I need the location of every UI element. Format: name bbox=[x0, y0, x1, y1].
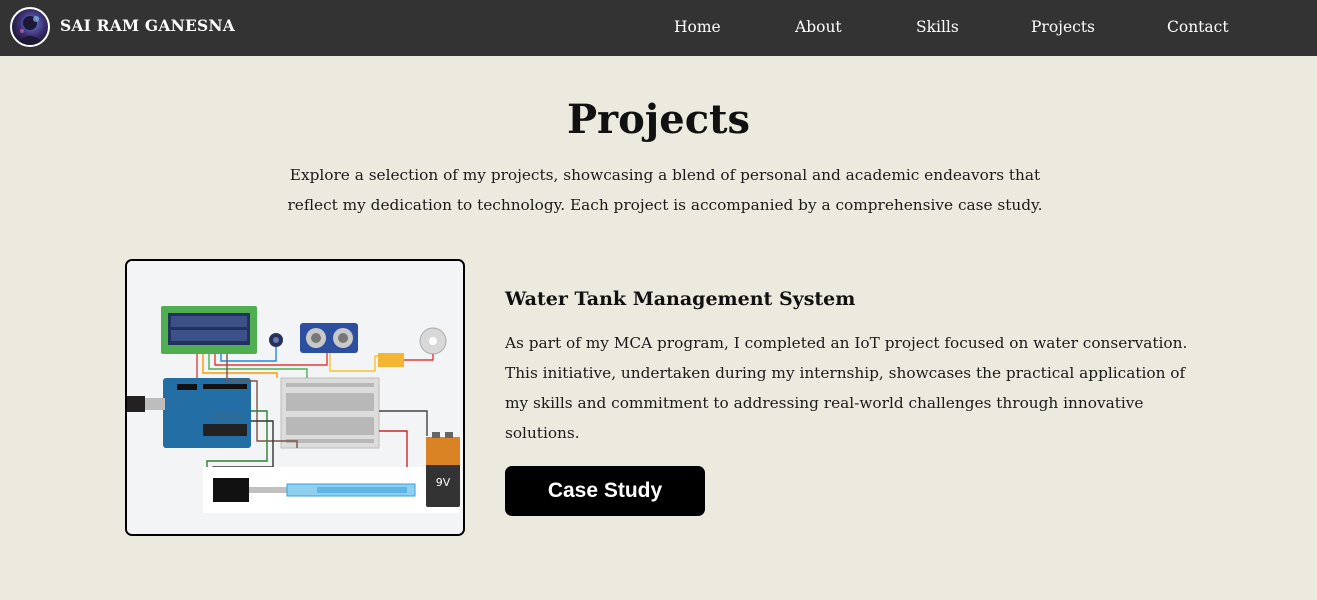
nav-about[interactable]: About bbox=[795, 18, 842, 36]
project-title: Water Tank Management System bbox=[505, 288, 856, 310]
profile-avatar[interactable] bbox=[10, 7, 50, 47]
project-desc-line: solutions. bbox=[505, 424, 580, 442]
nav-contact[interactable]: Contact bbox=[1167, 18, 1229, 36]
page-intro: Explore a selection of my projects, show… bbox=[270, 160, 1060, 220]
circuit-diagram: 9V bbox=[127, 261, 463, 534]
project-description: As part of my MCA program, I completed a… bbox=[505, 328, 1195, 448]
brand-name[interactable]: SAI RAM GANESNA bbox=[60, 16, 235, 35]
nav-home[interactable]: Home bbox=[674, 18, 721, 36]
battery-label: 9V bbox=[436, 476, 451, 489]
project-desc-line: As part of my MCA program, I completed a… bbox=[505, 334, 1188, 352]
nav-projects[interactable]: Projects bbox=[1031, 18, 1095, 36]
case-study-button[interactable]: Case Study bbox=[505, 466, 705, 516]
intro-line-1: Explore a selection of my projects, show… bbox=[289, 166, 1041, 184]
nav-skills[interactable]: Skills bbox=[916, 18, 959, 36]
project-desc-line: This initiative, undertaken during my in… bbox=[505, 364, 1186, 382]
page-title: Projects bbox=[566, 96, 751, 143]
project-desc-line: my skills and commitment to addressing r… bbox=[505, 394, 1144, 412]
intro-line-2: reflect my dedication to technology. Eac… bbox=[287, 196, 1043, 214]
navbar: SAI RAM GANESNA Home About Skills Projec… bbox=[0, 0, 1317, 56]
project-image: 9V bbox=[125, 259, 465, 536]
